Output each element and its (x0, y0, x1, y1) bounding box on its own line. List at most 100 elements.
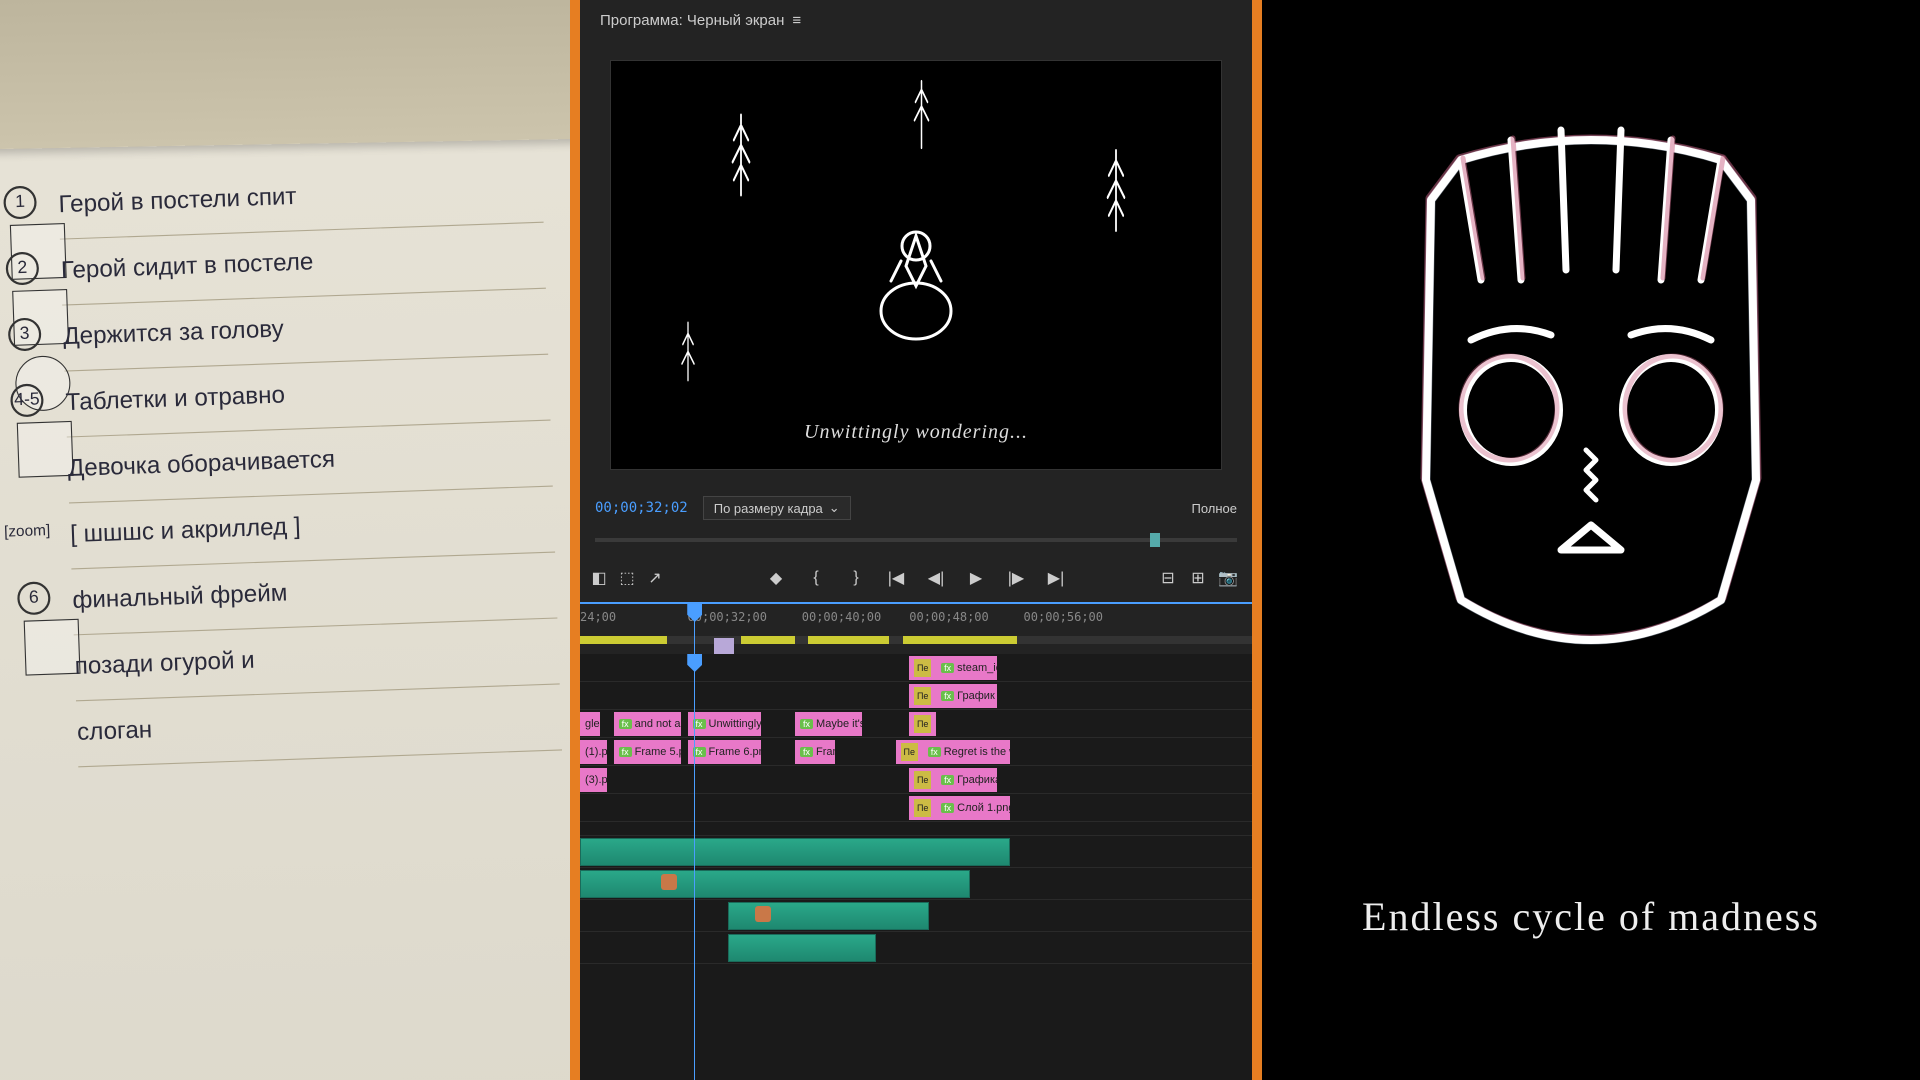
line-text: Держится за голову (63, 314, 284, 349)
insert-icon[interactable]: ⬚ (618, 569, 636, 587)
video-clip[interactable]: fxsteam_ic (936, 656, 996, 680)
tree-sketch (911, 77, 932, 164)
tag-clip[interactable]: Пе (909, 712, 936, 736)
mark-in-button[interactable]: { (807, 569, 825, 587)
work-area-segment (580, 636, 667, 644)
fx-badge: fx (800, 747, 813, 757)
playhead-line[interactable] (694, 654, 695, 1080)
program-monitor-header: Программа: Черный экран ≡ (580, 0, 1252, 40)
tree-sketch (1104, 143, 1128, 250)
fx-badge: fx (800, 719, 813, 729)
tree-sketch (678, 319, 697, 396)
spacer-track (580, 822, 1252, 836)
camera-icon[interactable]: 📷 (1219, 569, 1237, 587)
tag-clip[interactable]: Пе (909, 768, 936, 792)
tag-clip[interactable]: Пе (896, 740, 923, 764)
work-area-segment (903, 636, 1017, 644)
line-text: финальный фрейм (72, 578, 288, 613)
quality-label[interactable]: Полное (1191, 501, 1237, 516)
tag-clip[interactable]: Пе (909, 796, 936, 820)
slider-track[interactable] (595, 538, 1237, 542)
video-clip[interactable]: fxFrame 5.png (614, 740, 681, 764)
tag-clip[interactable]: Пе (909, 684, 936, 708)
preview-slider-bar[interactable] (580, 526, 1252, 554)
video-clip[interactable]: fxMaybe it's no (795, 712, 862, 736)
marker[interactable] (714, 638, 734, 654)
audio-clip[interactable] (728, 934, 876, 962)
tree-sketch (729, 110, 753, 212)
slider-handle[interactable] (1150, 533, 1160, 547)
audio-clip[interactable] (580, 870, 970, 898)
zoom-label: [zoom] (4, 521, 51, 540)
video-clip[interactable]: fxUnwittingly (688, 712, 762, 736)
add-marker-button[interactable]: ◆ (767, 569, 785, 587)
preview-canvas[interactable]: Unwittingly wondering... (610, 60, 1222, 470)
play-button[interactable]: ▶ (967, 569, 985, 587)
ruler-mark: 00;00;40;00 (802, 610, 881, 624)
video-clip[interactable]: fxСлой 1.png (936, 796, 1010, 820)
panel-divider (1252, 0, 1262, 1080)
video-clip[interactable]: fxRegret is the wor (923, 740, 1010, 764)
line-number: 1 (3, 185, 37, 219)
keyframe-marker[interactable] (661, 874, 677, 890)
fx-badge: fx (941, 691, 954, 701)
fx-badge: fx (619, 747, 632, 757)
fx-badge: fx (941, 663, 954, 673)
playhead[interactable] (694, 604, 695, 654)
video-track[interactable]: (3).p Пе fxГрафика (580, 766, 1252, 794)
line-number: 6 (17, 581, 51, 615)
audio-clip[interactable] (580, 838, 1010, 866)
video-editor-panel: Программа: Черный экран ≡ Unwittingly wo… (580, 0, 1252, 1080)
video-clip[interactable]: fxГрафика (936, 768, 996, 792)
video-track[interactable]: gle fxand not a sing fxUnwittingly fxMay… (580, 710, 1252, 738)
video-clip[interactable]: gle (580, 712, 600, 736)
sketch-thumbnail (24, 619, 81, 676)
timeline-ruler[interactable]: 24;00 00;00;32;00 00;00;40;00 00;00;48;0… (580, 604, 1252, 654)
current-timecode[interactable]: 00;00;32;02 (595, 500, 688, 516)
menu-icon[interactable]: ≡ (792, 12, 801, 29)
fx-tag: Пе (914, 771, 931, 789)
line-text: Таблетки и отравно (65, 380, 285, 415)
video-track[interactable]: Пе fxsteam_ic (580, 654, 1252, 682)
line-text: позади огурой и (74, 646, 255, 680)
go-to-in-button[interactable]: |◀ (887, 569, 905, 587)
audio-track[interactable] (580, 868, 1252, 900)
tracks-container: Пе fxsteam_ic Пе fxГрафик gle fxand not … (580, 654, 1252, 1080)
video-track[interactable]: Пе fxСлой 1.png (580, 794, 1252, 822)
mark-out-button[interactable]: } (847, 569, 865, 587)
lift-button[interactable]: ⊟ (1159, 569, 1177, 587)
extract-button[interactable]: ⊞ (1189, 569, 1207, 587)
work-area-bar[interactable] (580, 636, 1252, 644)
step-back-button[interactable]: ◀| (927, 569, 945, 587)
video-clip[interactable]: fxГрафик (936, 684, 996, 708)
line-text: [ шшшс и акриллед ] (70, 512, 301, 548)
ruler-mark: 00;00;48;00 (909, 610, 988, 624)
video-clip[interactable]: fxFram (795, 740, 835, 764)
artwork-caption: Endless cycle of madness (1362, 893, 1820, 940)
timeline-panel: 24;00 00;00;32;00 00;00;40;00 00;00;48;0… (580, 604, 1252, 1080)
keyframe-marker[interactable] (755, 906, 771, 922)
video-clip[interactable]: fxFrame 6.png (688, 740, 762, 764)
video-clip[interactable]: fxand not a sing (614, 712, 681, 736)
video-track[interactable]: (1).p fxFrame 5.png fxFrame 6.png fxFram… (580, 738, 1252, 766)
audio-track[interactable] (580, 836, 1252, 868)
sketch-thumbnail (17, 421, 74, 478)
marker-tool-icon[interactable]: ◧ (590, 569, 608, 587)
fit-dropdown[interactable]: По размеру кадра⌄ (703, 496, 851, 520)
fx-tag: Пе (914, 659, 931, 677)
ruler-mark: 24;00 (580, 610, 616, 624)
audio-track[interactable] (580, 932, 1252, 964)
chevron-down-icon: ⌄ (829, 500, 840, 516)
video-track[interactable]: Пе fxГрафик (580, 682, 1252, 710)
line-number: 2 (5, 251, 39, 285)
fx-tag: Пе (901, 743, 918, 761)
fx-badge: fx (941, 775, 954, 785)
export-frame-icon[interactable]: ↗ (646, 569, 664, 587)
video-clip[interactable]: (3).p (580, 768, 607, 792)
tag-clip[interactable]: Пе (909, 656, 936, 680)
audio-track[interactable] (580, 900, 1252, 932)
go-to-out-button[interactable]: ▶| (1047, 569, 1065, 587)
step-forward-button[interactable]: |▶ (1007, 569, 1025, 587)
video-clip[interactable]: (1).p (580, 740, 607, 764)
work-area-segment (808, 636, 889, 644)
